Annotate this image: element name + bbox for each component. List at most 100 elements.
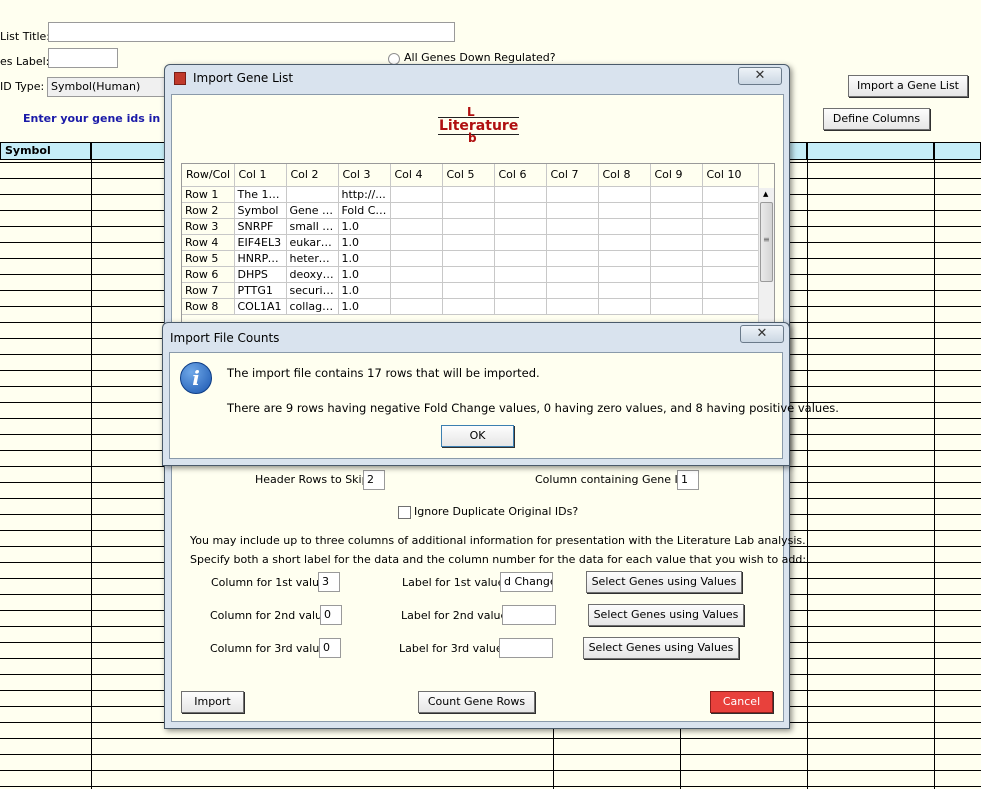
value-2-label-input[interactable] [502, 605, 556, 625]
table-cell[interactable] [702, 298, 759, 315]
table-header-cell[interactable]: Row/Col [182, 164, 235, 187]
table-cell[interactable] [650, 250, 703, 267]
table-row[interactable]: Row 5 HNRPAB hetero... 1.0 [182, 250, 759, 267]
table-cell[interactable]: EIF4EL3 [234, 234, 287, 251]
table-cell[interactable] [598, 186, 651, 203]
table-cell[interactable] [494, 218, 547, 235]
table-row[interactable]: Row 8 COL1A1 collage... 1.0 [182, 298, 759, 315]
table-cell[interactable] [650, 186, 703, 203]
value-3-column-input[interactable]: 0 [319, 638, 341, 658]
preview-table-container[interactable]: Row/Col Col 1 Col 2 Col 3 Col 4 Col 5 Col 6 Col… [181, 163, 775, 326]
preview-table[interactable]: Row/Col Col 1 Col 2 Col 3 Col 4 Col 5 Col 6 Col… [182, 164, 759, 315]
table-cell[interactable] [546, 282, 599, 299]
table-row[interactable]: Row 6 DHPS deoxyh... 1.0 [182, 266, 759, 283]
table-cell[interactable] [390, 298, 443, 315]
id-type-select[interactable]: Symbol(Human) [47, 77, 169, 97]
table-cell[interactable] [702, 186, 759, 203]
select-genes-value-3-button[interactable]: Select Genes using Values [583, 637, 739, 659]
values-label-input[interactable] [48, 48, 118, 68]
table-cell[interactable] [442, 266, 495, 283]
table-cell[interactable] [390, 186, 443, 203]
table-cell[interactable] [494, 250, 547, 267]
table-cell[interactable] [650, 202, 703, 219]
table-cell[interactable] [494, 234, 547, 251]
table-cell[interactable]: PTTG1 [234, 282, 287, 299]
table-cell[interactable]: collage... [286, 298, 339, 315]
table-cell[interactable] [390, 282, 443, 299]
ignore-duplicates-checkbox[interactable] [398, 506, 411, 519]
table-cell[interactable]: SNRPF [234, 218, 287, 235]
column-header[interactable] [933, 142, 981, 160]
column-header[interactable] [90, 142, 166, 160]
value-2-column-input[interactable]: 0 [320, 605, 342, 625]
table-cell[interactable] [390, 202, 443, 219]
table-cell[interactable]: eukary... [286, 234, 339, 251]
table-cell[interactable] [650, 266, 703, 283]
scroll-thumb[interactable]: ≡ [760, 202, 773, 282]
table-row[interactable]: Row 3 SNRPF small n... 1.0 [182, 218, 759, 235]
define-columns-button[interactable]: Define Columns [823, 108, 930, 130]
column-header-symbol[interactable]: Symbol [0, 142, 91, 160]
row-header-cell[interactable]: Row 3 [182, 218, 235, 235]
column-header[interactable] [806, 142, 934, 160]
table-header-cell[interactable]: Col 6 [494, 164, 547, 187]
row-header-cell[interactable]: Row 4 [182, 234, 235, 251]
table-cell[interactable] [442, 218, 495, 235]
select-genes-value-1-button[interactable]: Select Genes using Values [586, 571, 742, 593]
table-cell[interactable]: 1.0 [338, 298, 391, 315]
table-cell[interactable] [494, 202, 547, 219]
scroll-up-icon[interactable]: ▲ [763, 190, 768, 198]
table-cell[interactable] [286, 186, 339, 203]
table-cell[interactable]: 1.0 [338, 250, 391, 267]
table-cell[interactable] [442, 202, 495, 219]
table-cell[interactable] [442, 282, 495, 299]
table-cell[interactable]: 1.0 [338, 234, 391, 251]
table-cell[interactable] [494, 298, 547, 315]
table-header-cell[interactable]: Col 8 [598, 164, 651, 187]
value-3-label-input[interactable] [499, 638, 553, 658]
table-header-cell[interactable]: Col 5 [442, 164, 495, 187]
header-rows-input[interactable]: 2 [363, 470, 385, 490]
table-cell[interactable] [650, 234, 703, 251]
close-icon[interactable]: ✕ [740, 325, 784, 343]
table-cell[interactable]: small n... [286, 218, 339, 235]
table-cell[interactable]: 1.0 [338, 266, 391, 283]
table-cell[interactable] [598, 266, 651, 283]
table-cell[interactable] [702, 250, 759, 267]
row-header-cell[interactable]: Row 5 [182, 250, 235, 267]
table-cell[interactable] [598, 250, 651, 267]
table-cell[interactable] [598, 282, 651, 299]
row-header-cell[interactable]: Row 8 [182, 298, 235, 315]
table-cell[interactable] [546, 234, 599, 251]
ok-button[interactable]: OK [441, 425, 514, 447]
select-genes-value-2-button[interactable]: Select Genes using Values [588, 604, 744, 626]
table-header-cell[interactable]: Col 10 [702, 164, 759, 187]
table-cell[interactable]: Gene N... [286, 202, 339, 219]
table-cell[interactable]: HNRPAB [234, 250, 287, 267]
table-cell[interactable]: The 17-... [234, 186, 287, 203]
table-cell[interactable] [546, 298, 599, 315]
table-cell[interactable] [598, 234, 651, 251]
table-row[interactable]: Row 1 The 17-... http://... [182, 186, 759, 203]
table-row[interactable]: Row 2 Symbol Gene N... Fold Ch... [182, 202, 759, 219]
table-cell[interactable] [494, 282, 547, 299]
table-cell[interactable]: DHPS [234, 266, 287, 283]
row-header-cell[interactable]: Row 6 [182, 266, 235, 283]
gene-id-column-input[interactable]: 1 [677, 470, 699, 490]
table-header-cell[interactable]: Col 7 [546, 164, 599, 187]
table-cell[interactable] [546, 202, 599, 219]
table-cell[interactable] [546, 266, 599, 283]
table-cell[interactable]: deoxyh... [286, 266, 339, 283]
table-cell[interactable] [598, 202, 651, 219]
table-cell[interactable] [442, 250, 495, 267]
table-cell[interactable] [598, 298, 651, 315]
value-1-label-input[interactable]: d Change [500, 572, 553, 592]
table-cell[interactable] [650, 298, 703, 315]
table-cell[interactable] [702, 266, 759, 283]
table-header-cell[interactable]: Col 9 [650, 164, 703, 187]
table-cell[interactable] [442, 298, 495, 315]
list-title-input[interactable] [48, 22, 455, 42]
table-cell[interactable] [390, 250, 443, 267]
row-header-cell[interactable]: Row 1 [182, 186, 235, 203]
table-row[interactable]: Row 7PTTG1securin ...1.0 [182, 282, 759, 299]
